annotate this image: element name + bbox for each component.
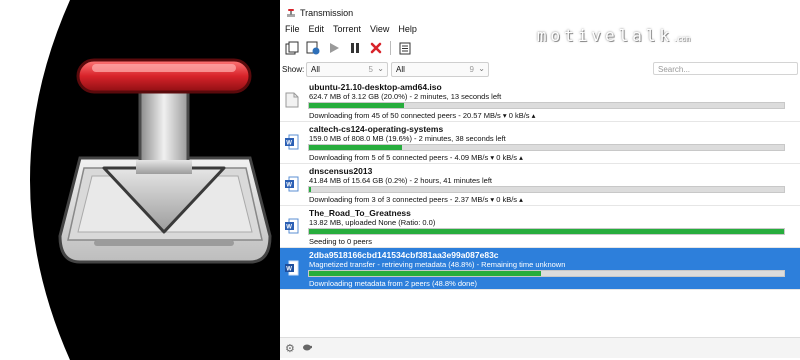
menu-file[interactable]: File [282, 22, 306, 38]
torrent-status: Downloading from 5 of 5 connected peers … [309, 153, 523, 162]
start-icon [330, 43, 339, 53]
file-icon [285, 92, 299, 108]
svg-text:W: W [286, 141, 292, 147]
progress-bar [308, 228, 785, 235]
word-doc-icon: W [285, 218, 299, 234]
progress-fill [309, 229, 784, 234]
turtle-icon[interactable] [302, 343, 312, 351]
start-button[interactable] [326, 40, 342, 56]
torrent-list: ubuntu-21.10-desktop-amd64.iso 624.7 MB … [280, 80, 800, 290]
open-url-icon [306, 41, 320, 55]
torrent-name: 2dba9518166cbd141534cbf381aa3e99a087e83c [309, 250, 499, 260]
progress-bar [308, 186, 785, 193]
torrent-name: dnscensus2013 [309, 166, 373, 176]
properties-button[interactable] [397, 40, 413, 56]
menu-bar: File Edit Torrent View Help [282, 22, 423, 38]
pause-icon [351, 43, 359, 53]
menu-edit[interactable]: Edit [306, 22, 331, 38]
window-title: Transmission [300, 8, 354, 18]
show-label: Show: [282, 65, 305, 74]
menu-help[interactable]: Help [395, 22, 423, 38]
word-doc-icon: W [285, 134, 299, 150]
title-bar: Transmission [280, 4, 353, 22]
gear-icon[interactable]: ⚙ [285, 342, 295, 355]
chevron-down-icon: ⌄ [377, 64, 384, 73]
progress-fill [309, 103, 404, 108]
pause-button[interactable] [347, 40, 363, 56]
transmission-window: Transmission File Edit Torrent View Help… [280, 0, 800, 360]
torrent-status: Seeding to 0 peers [309, 237, 372, 246]
progress-bar [308, 270, 785, 277]
progress-fill [309, 271, 541, 276]
torrent-name: The_Road_To_Greatness [309, 208, 411, 218]
torrent-row-selected[interactable]: W 2dba9518166cbd141534cbf381aa3e99a087e8… [280, 248, 800, 290]
watermark: motivelalk.com [536, 26, 690, 45]
torrent-name: caltech-cs124-operating-systems [309, 124, 444, 134]
filter-bar: Show: All 5 ⌄ All 9 ⌄ Search... [280, 60, 800, 78]
torrent-progress-text: 41.84 MB of 15.64 GB (0.2%) - 2 hours, 4… [309, 176, 493, 185]
torrent-progress-text: 13.82 MB, uploaded None (Ratio: 0.0) [309, 218, 436, 227]
progress-fill [309, 145, 403, 150]
transmission-logo-icon [58, 58, 272, 264]
open-url-button[interactable] [305, 40, 321, 56]
open-torrent-icon [285, 41, 299, 55]
torrent-progress-text: 159.0 MB of 808.0 MB (19.6%) - 2 minutes… [309, 134, 506, 143]
status-bar: ⚙ [280, 337, 800, 358]
torrent-status: Downloading from 45 of 50 connected peer… [309, 111, 536, 120]
remove-button[interactable] [368, 40, 384, 56]
torrent-status: Downloading metadata from 2 peers (48.8%… [309, 279, 478, 288]
toolbar [284, 39, 413, 57]
transmission-app-icon [287, 9, 295, 17]
remove-icon [370, 42, 382, 54]
svg-text:W: W [286, 225, 292, 231]
torrent-progress-text: Magnetized transfer - retrieving metadat… [309, 260, 566, 269]
tracker-filter-select[interactable]: All 9 ⌄ [391, 62, 489, 77]
torrent-status: Downloading from 3 of 3 connected peers … [309, 195, 523, 204]
torrent-row[interactable]: W The_Road_To_Greatness 13.82 MB, upload… [280, 206, 800, 248]
torrent-row[interactable]: W dnscensus2013 41.84 MB of 15.64 GB (0.… [280, 164, 800, 206]
menu-view[interactable]: View [367, 22, 395, 38]
open-torrent-button[interactable] [284, 40, 300, 56]
toolbar-separator [390, 41, 391, 55]
menu-torrent[interactable]: Torrent [330, 22, 367, 38]
word-doc-icon: W [285, 176, 299, 192]
torrent-name: ubuntu-21.10-desktop-amd64.iso [309, 82, 442, 92]
progress-fill [309, 187, 311, 192]
status-filter-select[interactable]: All 5 ⌄ [306, 62, 388, 77]
search-input[interactable]: Search... [653, 62, 798, 75]
torrent-row[interactable]: W caltech-cs124-operating-systems 159.0 … [280, 122, 800, 164]
torrent-progress-text: 624.7 MB of 3.12 GB (20.0%) - 2 minutes,… [309, 92, 502, 101]
chevron-down-icon: ⌄ [478, 64, 485, 73]
properties-icon [399, 42, 411, 54]
progress-bar [308, 102, 785, 109]
svg-text:W: W [286, 267, 292, 273]
torrent-row[interactable]: ubuntu-21.10-desktop-amd64.iso 624.7 MB … [280, 80, 800, 122]
progress-bar [308, 144, 785, 151]
word-doc-icon: W [285, 260, 299, 276]
svg-text:W: W [286, 183, 292, 189]
